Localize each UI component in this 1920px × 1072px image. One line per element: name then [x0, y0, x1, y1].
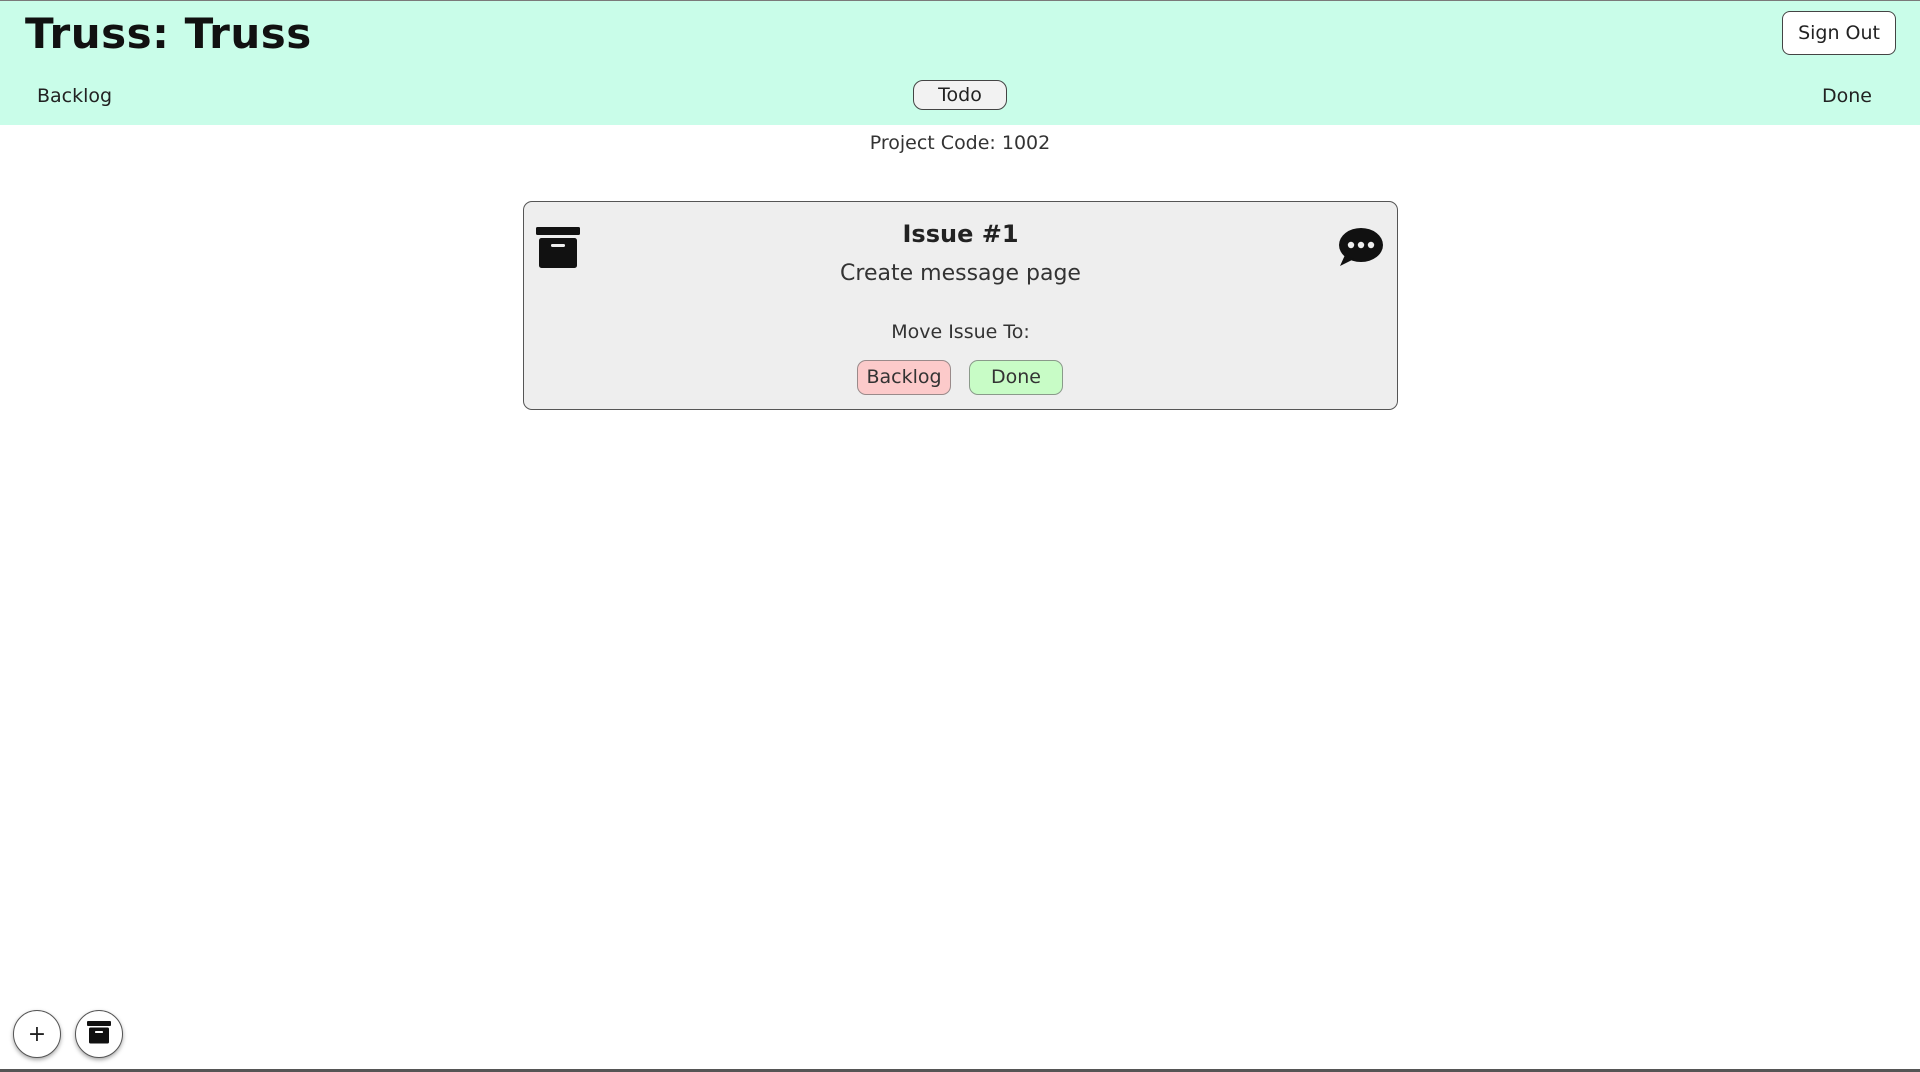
issue-description: Create message page: [840, 261, 1081, 286]
move-to-done-button[interactable]: Done: [969, 360, 1063, 395]
chat-dots-icon[interactable]: [1337, 227, 1383, 271]
nav-todo-tab[interactable]: Todo: [913, 80, 1007, 110]
move-issue-label: Move Issue To:: [891, 321, 1030, 343]
app-header: Truss: Truss Sign Out Backlog Todo Done: [0, 0, 1920, 125]
move-to-backlog-button[interactable]: Backlog: [857, 360, 951, 395]
sign-out-button[interactable]: Sign Out: [1782, 11, 1896, 55]
archive-view-button[interactable]: [75, 1010, 123, 1058]
add-issue-button[interactable]: +: [13, 1010, 61, 1058]
project-code: Project Code: 1002: [869, 132, 1051, 154]
issue-card: Issue #1 Create message page Move Issue …: [523, 201, 1398, 410]
plus-icon: +: [27, 1021, 47, 1047]
nav-backlog-link[interactable]: Backlog: [37, 85, 112, 107]
app-title: Truss: Truss: [25, 9, 312, 58]
issue-title: Issue #1: [902, 220, 1019, 248]
nav-done-link[interactable]: Done: [1822, 85, 1872, 107]
archive-icon: [87, 1020, 111, 1048]
